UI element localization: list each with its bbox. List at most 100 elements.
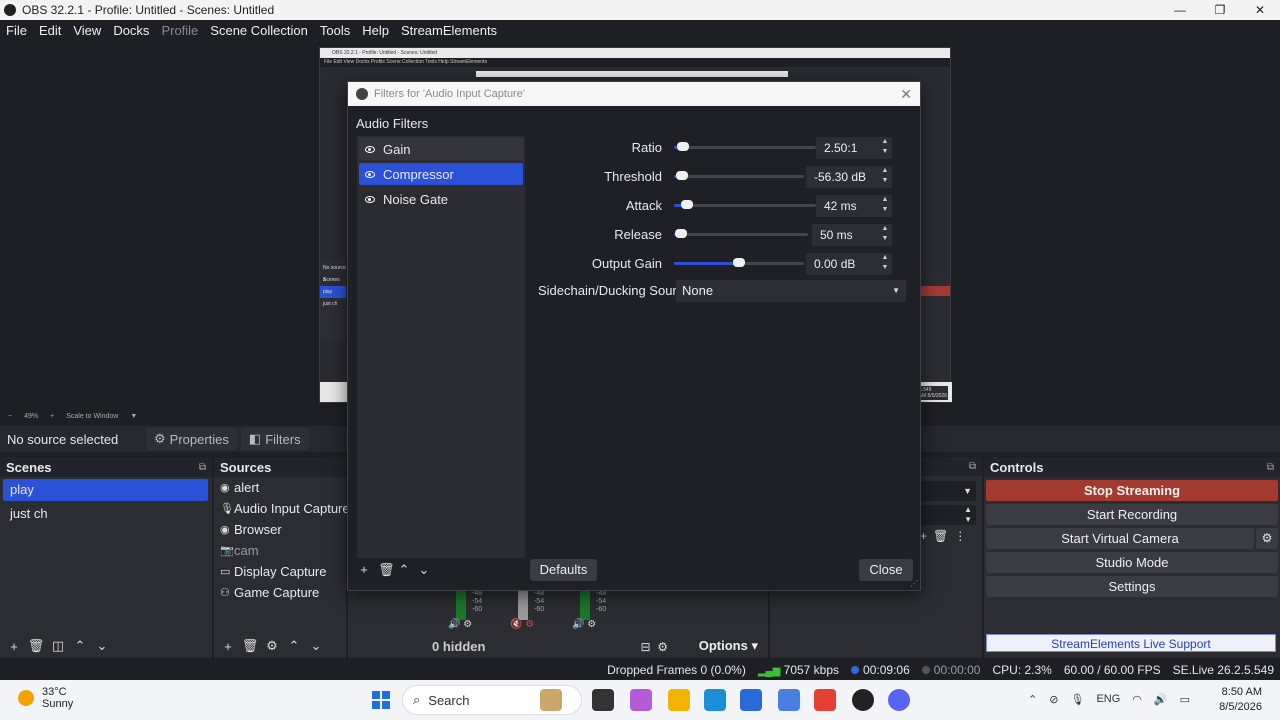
copilot-icon[interactable]: [630, 689, 652, 711]
zoom-out-button[interactable]: −: [8, 413, 12, 420]
spin-arrows-icon[interactable]: ▲ ▼: [878, 137, 892, 159]
menu-profile[interactable]: Profile: [155, 23, 204, 38]
hidden-count[interactable]: 0 hidden: [432, 639, 485, 654]
spin-arrows-icon[interactable]: ▲ ▼: [878, 195, 892, 217]
weather-widget[interactable]: 33°C Sunny: [18, 686, 73, 710]
output-gain-slider[interactable]: [674, 258, 804, 267]
move-down-icon[interactable]: ⌄: [93, 638, 111, 654]
chevron-up-icon[interactable]: ⌃: [1028, 693, 1037, 706]
source-item[interactable]: ◉ Browser: [214, 519, 346, 540]
close-window-button[interactable]: ✕: [1240, 0, 1280, 20]
move-down-icon[interactable]: ⌄: [418, 562, 430, 578]
scene-item-just-ch[interactable]: just ch: [3, 503, 208, 525]
add-filter-icon[interactable]: +: [358, 562, 370, 578]
close-icon[interactable]: ✕: [900, 86, 912, 103]
move-up-icon[interactable]: ⌃: [71, 638, 89, 654]
studio-mode-button[interactable]: Studio Mode: [986, 552, 1278, 573]
trash-icon[interactable]: 🗑: [378, 562, 395, 578]
move-up-icon[interactable]: ⌃: [398, 562, 410, 578]
move-down-icon[interactable]: ⌄: [307, 638, 325, 654]
transition-select[interactable]: ▼: [920, 481, 976, 501]
start-virtual-camera-button[interactable]: Start Virtual Camera: [986, 528, 1254, 549]
filter-item-noise-gate[interactable]: Noise Gate: [359, 188, 523, 210]
menu-tools[interactable]: Tools: [314, 23, 356, 38]
network-icon[interactable]: ⊘: [1049, 693, 1058, 706]
gear-icon[interactable]: ⚙: [1256, 528, 1278, 549]
chevron-down-icon[interactable]: ▼: [130, 413, 137, 420]
slider-knob[interactable]: [680, 200, 693, 209]
threshold-slider[interactable]: [674, 171, 804, 180]
menu-view[interactable]: View: [67, 23, 107, 38]
menu-scene-collection[interactable]: Scene Collection: [204, 23, 314, 38]
task-view-icon[interactable]: [592, 689, 614, 711]
ratio-slider[interactable]: [674, 142, 816, 151]
slider-knob[interactable]: [733, 258, 745, 267]
add-scene-icon[interactable]: +: [5, 639, 23, 654]
gear-icon[interactable]: ⚙: [263, 638, 281, 654]
spin-arrows-icon[interactable]: ▲ ▼: [878, 253, 892, 275]
minimize-button[interactable]: —: [1160, 0, 1200, 20]
menu-streamelements[interactable]: StreamElements: [395, 23, 503, 38]
file-explorer-icon[interactable]: [668, 689, 690, 711]
zoom-in-button[interactable]: +: [50, 413, 54, 420]
store-icon[interactable]: [740, 689, 762, 711]
undock-icon[interactable]: ⧉: [1267, 462, 1274, 473]
sidechain-select[interactable]: None ▼: [676, 280, 906, 302]
transition-buttons[interactable]: +🗑⋮: [920, 529, 972, 543]
chrome-icon[interactable]: [814, 689, 836, 711]
release-slider[interactable]: [674, 229, 808, 238]
menu-edit[interactable]: Edit: [33, 23, 67, 38]
mixer-options-button[interactable]: Options ▾: [699, 638, 758, 654]
language-indicator[interactable]: ENG: [1096, 693, 1120, 706]
trash-icon[interactable]: 🗑: [241, 638, 259, 654]
eye-icon[interactable]: [365, 195, 375, 203]
scale-mode[interactable]: Scale to Window: [66, 413, 118, 420]
source-item[interactable]: ⚇ Game Capture: [214, 582, 346, 603]
vscode-icon[interactable]: [778, 689, 800, 711]
filter-item-gain[interactable]: Gain: [359, 138, 523, 160]
filter-item-compressor[interactable]: Compressor: [359, 163, 523, 185]
microphone-icon[interactable]: 🎙: [1070, 693, 1084, 706]
search-highlight-icon[interactable]: [540, 689, 562, 711]
windows-start-icon[interactable]: [372, 691, 390, 709]
battery-icon[interactable]: ▭: [1180, 693, 1190, 706]
taskbar-clock[interactable]: 8:50 AM 8/5/2026: [1219, 685, 1262, 715]
trash-icon[interactable]: 🗑: [27, 638, 45, 654]
source-item[interactable]: ▭ Display Capture: [214, 561, 346, 582]
source-item[interactable]: 🎙 Audio Input Capture: [214, 498, 350, 519]
stop-streaming-button[interactable]: Stop Streaming: [986, 480, 1278, 501]
speaker-icon[interactable]: 🔊 ⚙: [572, 619, 596, 630]
muted-speaker-icon[interactable]: 🔇 ⚙: [510, 619, 534, 630]
eye-icon[interactable]: [365, 145, 375, 153]
attack-slider[interactable]: [674, 200, 816, 209]
spin-arrows-icon[interactable]: ▲ ▼: [878, 166, 892, 188]
spin-arrows-icon[interactable]: ▲ ▼: [878, 224, 892, 246]
filters-button[interactable]: ◧ Filters: [240, 428, 309, 450]
undock-icon[interactable]: ⧉: [199, 462, 206, 473]
scene-item-play[interactable]: play: [3, 479, 208, 501]
slider-knob[interactable]: [676, 142, 689, 151]
mixer-layout-icons[interactable]: ⊟ ⚙: [641, 640, 668, 654]
start-recording-button[interactable]: Start Recording: [986, 504, 1278, 525]
properties-button[interactable]: ⚙ Properties: [146, 428, 237, 450]
source-item[interactable]: ◉ alert: [214, 477, 346, 498]
menu-docks[interactable]: Docks: [107, 23, 155, 38]
slider-knob[interactable]: [674, 229, 687, 238]
menu-file[interactable]: File: [0, 23, 33, 38]
undock-icon[interactable]: ⧉: [969, 461, 976, 472]
scene-filter-icon[interactable]: ◫: [49, 638, 67, 654]
settings-button[interactable]: Settings: [986, 576, 1278, 597]
defaults-button[interactable]: Defaults: [530, 559, 597, 581]
obs-icon[interactable]: [852, 689, 874, 711]
move-up-icon[interactable]: ⌃: [285, 638, 303, 654]
source-item[interactable]: 📷 cam: [214, 540, 346, 561]
slider-knob[interactable]: [675, 171, 688, 180]
discord-icon[interactable]: [888, 689, 910, 711]
wifi-icon[interactable]: ◠: [1132, 693, 1142, 706]
menu-help[interactable]: Help: [356, 23, 395, 38]
eye-icon[interactable]: [365, 170, 375, 178]
speaker-icon[interactable]: 🔊 ⚙: [448, 619, 472, 630]
volume-icon[interactable]: 🔊: [1154, 693, 1168, 706]
add-source-icon[interactable]: +: [219, 639, 237, 654]
se-live-support-button[interactable]: StreamElements Live Support: [986, 634, 1276, 652]
